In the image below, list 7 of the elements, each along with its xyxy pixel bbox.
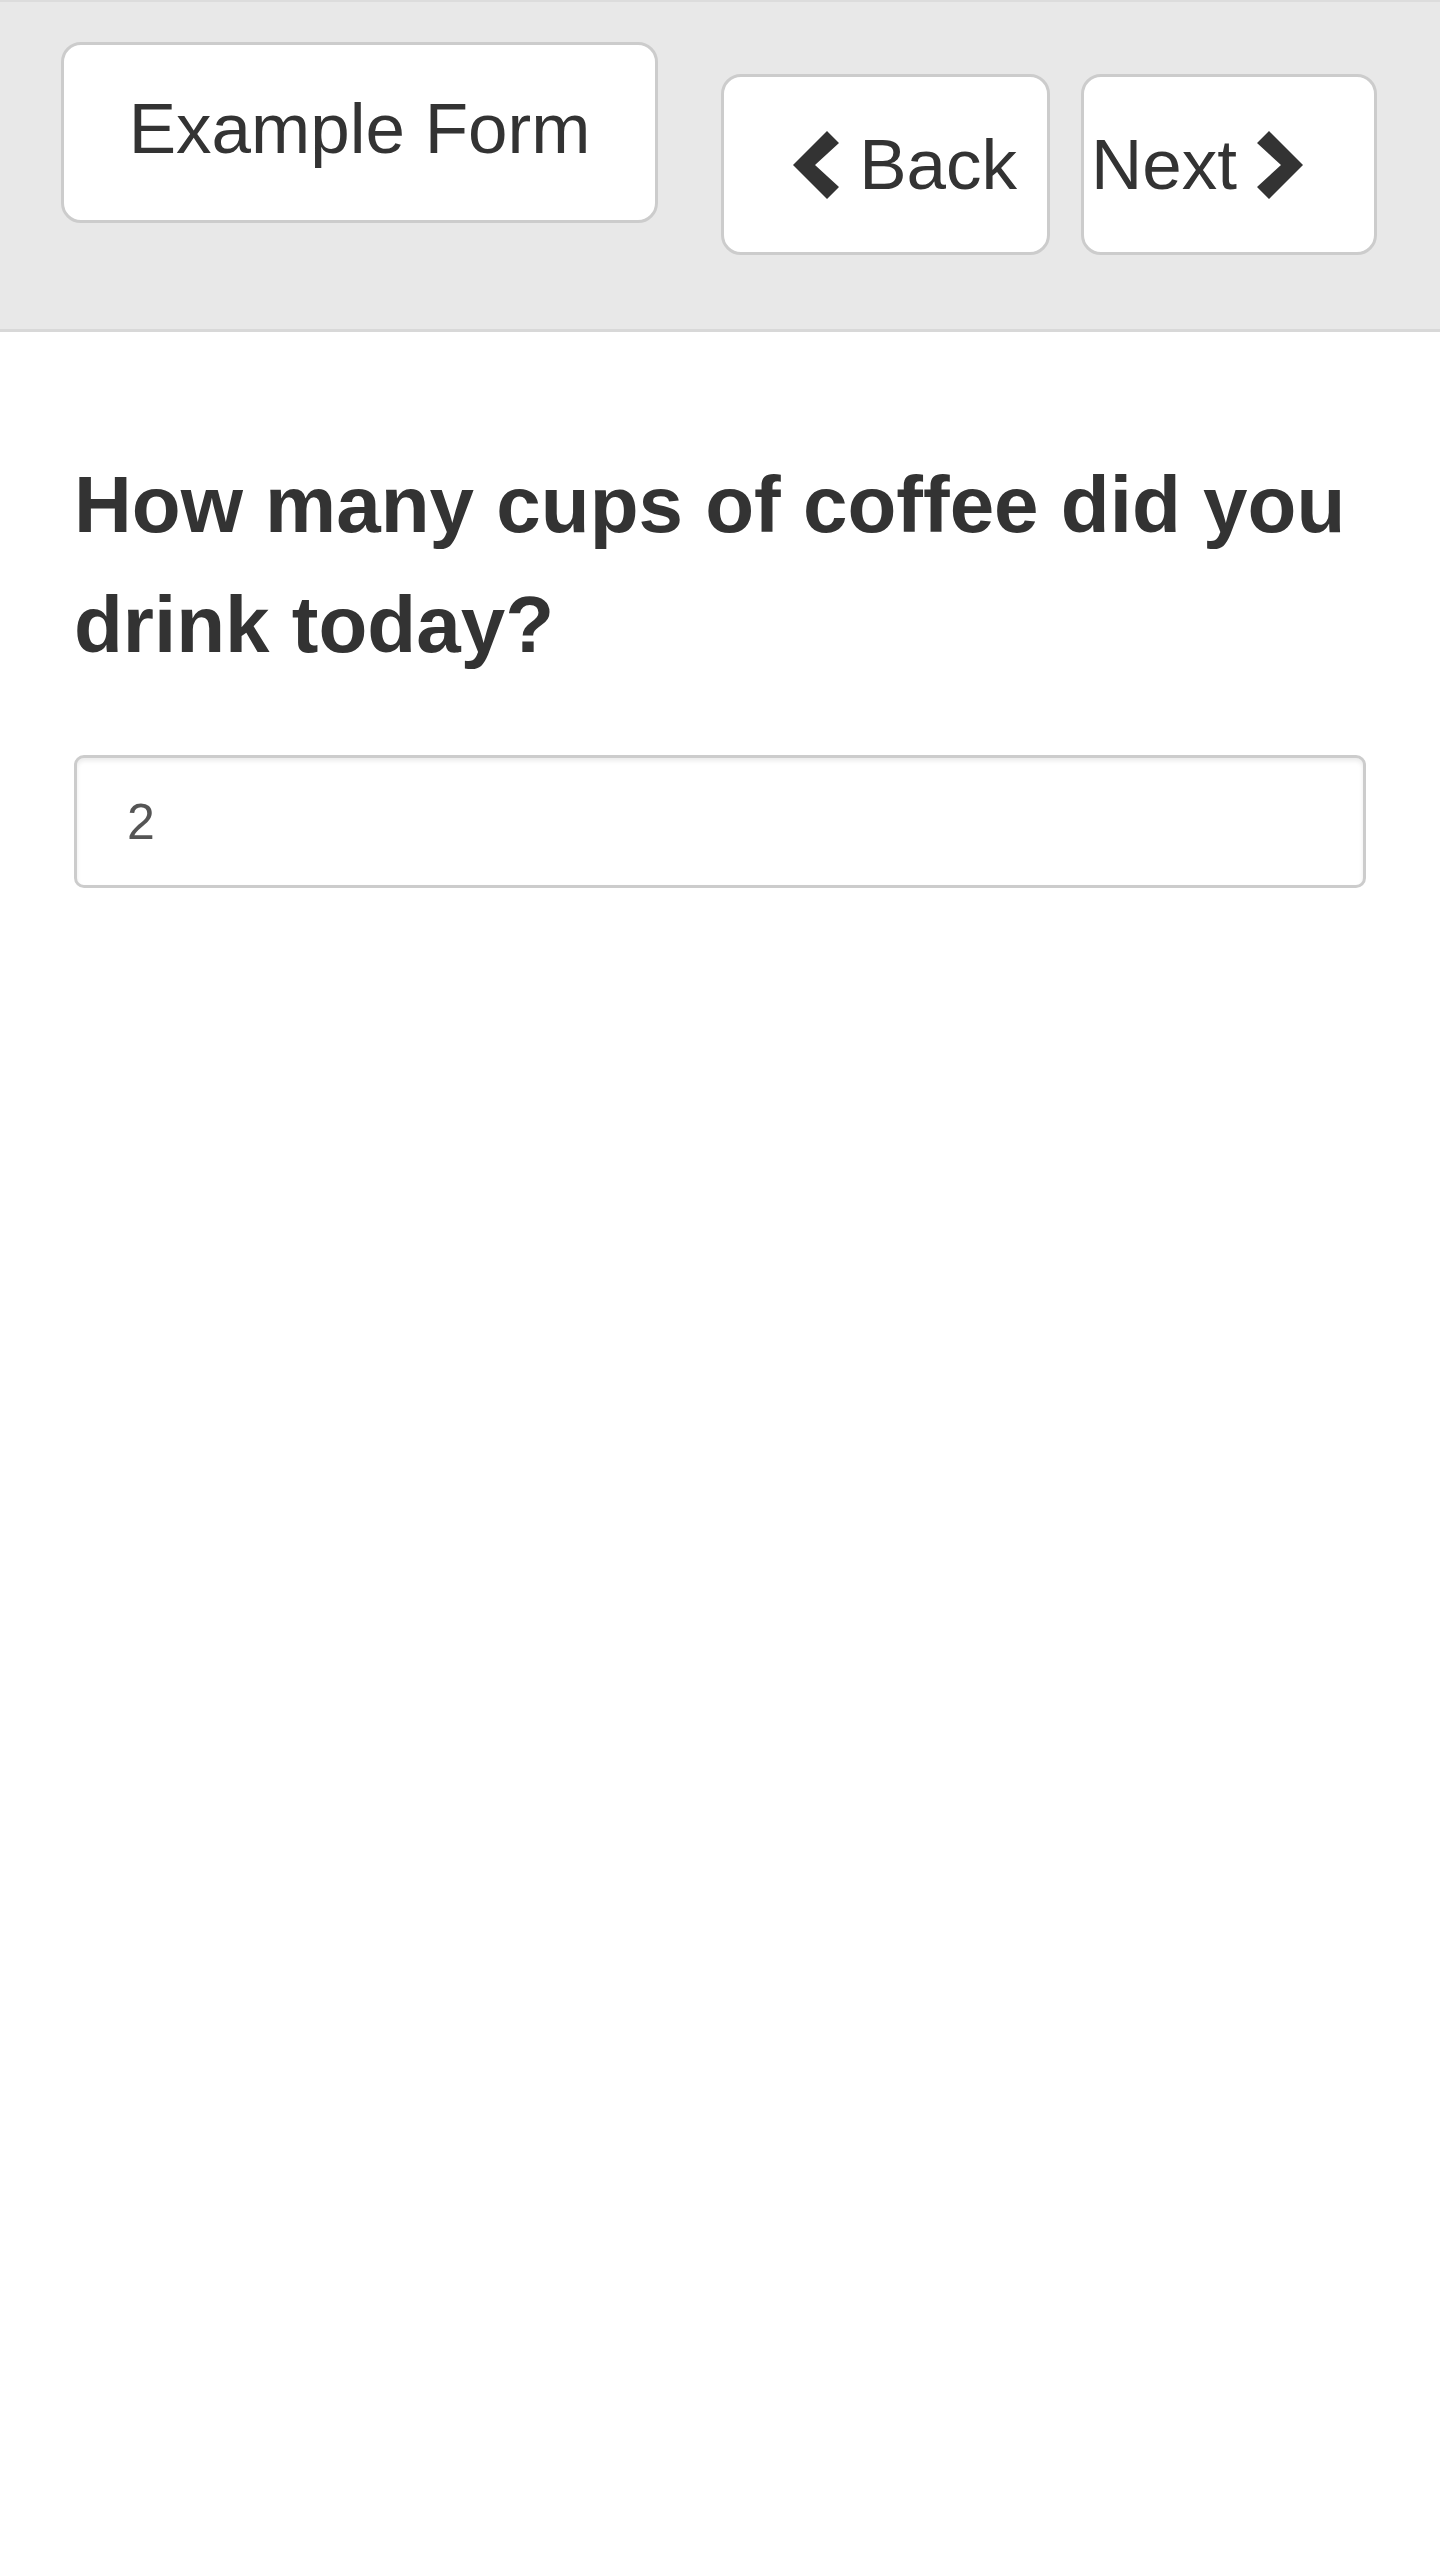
chevron-left-icon xyxy=(793,130,840,199)
question-text: How many cups of coffee did you drink today? xyxy=(74,459,1347,671)
back-button[interactable]: Back xyxy=(721,74,1050,255)
chevron-right-icon xyxy=(1257,130,1303,199)
next-button[interactable]: Next xyxy=(1081,74,1377,255)
form-title-button[interactable]: Example Form xyxy=(61,42,658,223)
answer-field[interactable]: 2 xyxy=(74,755,1366,888)
